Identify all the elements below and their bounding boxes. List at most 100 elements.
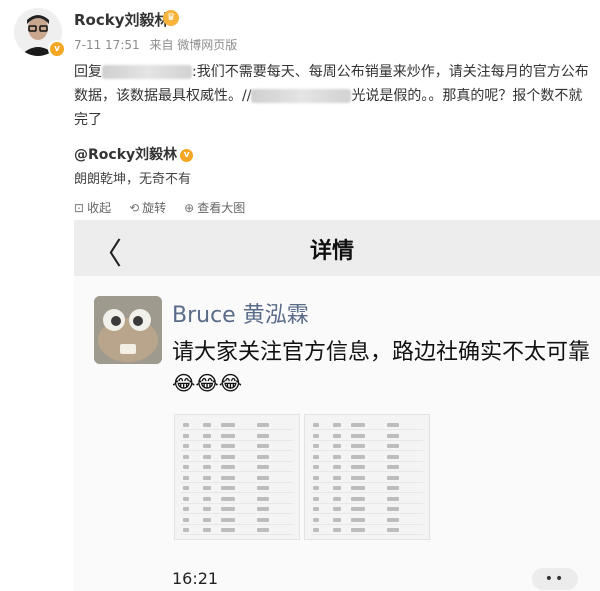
message-time: 16:21 — [172, 569, 219, 588]
thumbnail-row-line — [181, 439, 293, 441]
laugh-cry-emoji: 😂 — [172, 371, 196, 395]
blurred-username — [102, 65, 192, 79]
thumbnail-row-line — [181, 513, 293, 514]
thumbnail-cell — [221, 496, 235, 501]
thumbnail-cell — [221, 486, 235, 490]
thumbnail-cell — [221, 433, 235, 438]
collapse-button[interactable]: ⊡ 收起 — [74, 199, 111, 216]
thumbnail-cell — [183, 433, 189, 438]
more-options-icon: •• — [532, 568, 578, 590]
thumbnail-cell — [183, 507, 189, 511]
back-arrow-icon: 〈 — [92, 237, 122, 272]
thumbnail-row-line — [181, 523, 293, 525]
mention-text: 朗朗乾坤，无奇不有 — [74, 172, 192, 187]
thumbnail-cell — [313, 475, 319, 480]
rotate-label: 旋转 — [142, 201, 167, 215]
thumbnail-cell — [351, 528, 365, 532]
thumbnail-row-line — [181, 450, 293, 451]
mention-line[interactable]: @Rocky刘毅林 v — [74, 144, 194, 164]
thumbnail-cell — [203, 496, 211, 501]
post-text: 回复:我们不需要每天、每周公布销量来炒作，请关注每月的官方公布数据，该数据最具权… — [74, 60, 594, 132]
thumbnail-cell — [387, 444, 399, 448]
collapse-label: 收起 — [87, 201, 112, 215]
thumbnail-cell — [203, 507, 211, 511]
rotate-button[interactable]: ⟲ 旋转 — [129, 199, 166, 216]
thumbnail-cell — [257, 486, 269, 490]
thumbnail-cell — [257, 465, 269, 469]
collapse-icon: ⊡ — [74, 200, 85, 215]
thumbnail-cell — [313, 423, 319, 427]
thumbnail-cell — [183, 496, 189, 501]
sender-avatar — [94, 296, 162, 364]
thumbnail-cell — [333, 454, 341, 459]
thumbnail-cell — [387, 475, 399, 480]
thumbnail-cell — [183, 444, 189, 448]
thumbnail-row-line — [181, 460, 293, 462]
thumbnail-cell — [257, 433, 269, 438]
mention-name[interactable]: @Rocky刘毅林 — [74, 147, 177, 163]
thumbnail-cell — [313, 486, 319, 490]
thumbnail-row-line — [181, 492, 293, 493]
thumbnail-row-line — [181, 502, 293, 504]
thumbnail-cell — [203, 444, 211, 448]
thumbnail-cell — [221, 528, 235, 532]
thumbnail-cell — [387, 496, 399, 501]
thumbnail-cell — [183, 528, 189, 532]
view-large-button[interactable]: ⊕ 查看大图 — [184, 199, 245, 216]
blurred-username — [251, 89, 352, 103]
thumbnail-cell — [221, 423, 235, 427]
sender-name: Bruce 黄泓霖 — [172, 303, 309, 328]
laugh-cry-emoji: 😂 — [195, 371, 219, 395]
thumbnail-cell — [351, 486, 365, 490]
thumbnail-cell — [351, 433, 365, 438]
post-timestamp[interactable]: 7-11 17:51 — [74, 38, 140, 52]
thumbnail-cell — [313, 496, 319, 501]
thumbnail-cell — [203, 454, 211, 459]
thumbnail-cell — [351, 423, 365, 427]
thumbnail-cell — [351, 517, 365, 522]
thumbnail-cell — [203, 528, 211, 532]
thumbnail-cell — [333, 507, 341, 511]
thumbnail-cell — [203, 423, 211, 427]
thumbnail-row-line — [181, 471, 293, 472]
thumbnail-cell — [313, 507, 319, 511]
thumbnail-cell — [257, 444, 269, 448]
thumbnail-cell — [313, 454, 319, 459]
thumbnail-cell — [313, 433, 319, 438]
thumbnail-cell — [203, 465, 211, 469]
thumbnail-cell — [387, 454, 399, 459]
rotate-icon: ⟲ — [129, 200, 140, 215]
message-text: 请大家关注官方信息，路边社确实不太可靠😂😂😂 — [172, 338, 592, 399]
image-actions: ⊡ 收起 ⟲ 旋转 ⊕ 查看大图 — [74, 199, 245, 216]
username[interactable]: Rocky刘毅林 — [74, 9, 170, 30]
thumbnail-row-line — [311, 492, 423, 493]
thumbnail-row-line — [181, 481, 293, 483]
thumbnail-cell — [333, 444, 341, 448]
thumbnail-cell — [257, 507, 269, 511]
thumbnail-row-line — [311, 439, 423, 441]
laugh-cry-emoji: 😂 — [218, 371, 243, 395]
thumbnail-cell — [387, 465, 399, 469]
thumbnail-cell — [351, 507, 365, 511]
thumbnail-cell — [183, 517, 189, 522]
thumbnail-cell — [221, 517, 235, 522]
thumbnail-cell — [333, 433, 341, 438]
thumbnail-cell — [221, 507, 235, 511]
thumbnail-cell — [203, 475, 211, 480]
thumbnail-cell — [387, 433, 399, 438]
post-meta: 7-11 17:51 来自 微博网页版 — [74, 36, 243, 53]
thumbnail-cell — [183, 475, 189, 480]
thumbnail-cell — [333, 496, 341, 501]
message-body: 请大家关注官方信息，路边社确实不太可靠 — [172, 340, 591, 365]
verified-badge-icon: v — [180, 148, 194, 162]
thumbnail-cell — [333, 528, 341, 532]
thumbnail-cell — [351, 496, 365, 501]
thumbnail-cell — [351, 475, 365, 480]
thumbnail-row-line — [311, 513, 423, 514]
thumbnail-cell — [221, 454, 235, 459]
thumbnail-cell — [257, 528, 269, 532]
thumbnail-cell — [257, 454, 269, 459]
thumbnail-row-line — [311, 460, 423, 462]
thumbnail-row-line — [311, 523, 423, 525]
thumbnail-cell — [183, 465, 189, 469]
